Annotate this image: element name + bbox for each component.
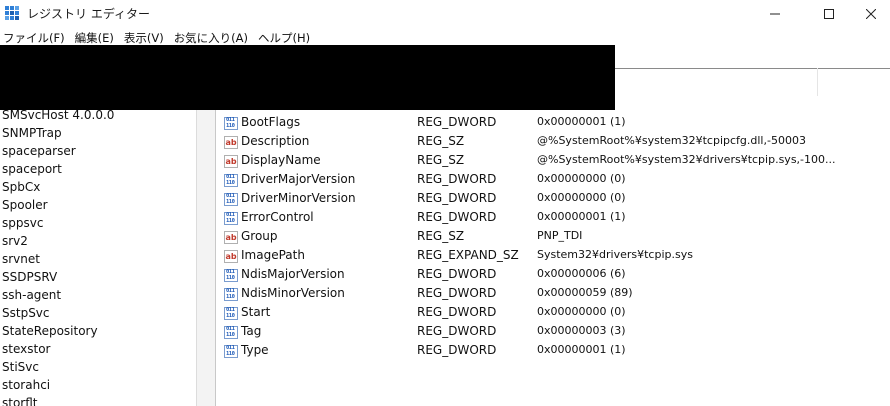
value-name: DriverMinorVersion bbox=[241, 191, 356, 205]
value-type: REG_DWORD bbox=[417, 267, 497, 281]
tree-item[interactable]: SstpSvc bbox=[2, 306, 50, 320]
tree-item[interactable]: storflt bbox=[2, 396, 38, 406]
value-row[interactable]: 011 110 DriverMajorVersion REG_DWORD 0x00000… bbox=[217, 171, 890, 190]
value-type: REG_SZ bbox=[417, 153, 465, 167]
value-data: 0x00000001 (1) bbox=[537, 343, 626, 356]
value-name: DriverMajorVersion bbox=[241, 172, 356, 186]
tree-item[interactable]: storahci bbox=[2, 378, 50, 392]
value-data: 0x00000000 (0) bbox=[537, 191, 626, 204]
binary-value-icon: 011 110 bbox=[224, 288, 238, 301]
value-data: System32¥drivers¥tcpip.sys bbox=[537, 248, 693, 261]
value-row[interactable]: 011 110 DriverMinorVersion REG_DWORD 0x00000… bbox=[217, 190, 890, 209]
value-type: REG_DWORD bbox=[417, 343, 497, 357]
tree-item[interactable]: SMSvcHost 4.0.0.0 bbox=[2, 108, 114, 122]
value-type: REG_DWORD bbox=[417, 191, 497, 205]
value-data: 0x00000003 (3) bbox=[537, 324, 626, 337]
tree-item[interactable]: stexstor bbox=[2, 342, 50, 356]
value-name: Start bbox=[241, 305, 271, 319]
tree-item[interactable]: srvnet bbox=[2, 252, 40, 266]
tree-item[interactable]: StiSvc bbox=[2, 360, 39, 374]
string-value-icon: ab bbox=[224, 231, 238, 244]
minimize-button[interactable] bbox=[752, 0, 798, 28]
value-data: 0x00000000 (0) bbox=[537, 172, 626, 185]
key-tree: SMSvcHost 4.0.0.0 SNMPTrap spaceparser s… bbox=[0, 108, 196, 406]
value-name: DisplayName bbox=[241, 153, 321, 167]
tree-item[interactable]: SSDPSRV bbox=[2, 270, 57, 284]
value-type: REG_SZ bbox=[417, 229, 465, 243]
value-data: 0x00000059 (89) bbox=[537, 286, 633, 299]
binary-value-icon: 011 110 bbox=[224, 193, 238, 206]
value-type: REG_DWORD bbox=[417, 324, 497, 338]
value-data: 0x00000006 (6) bbox=[537, 267, 626, 280]
tree-item[interactable]: sppsvc bbox=[2, 216, 43, 230]
string-value-icon: ab bbox=[224, 155, 238, 168]
value-type: REG_EXPAND_SZ bbox=[417, 248, 519, 262]
value-row[interactable]: ab DisplayName REG_SZ @%SystemRoot%¥system3… bbox=[217, 152, 890, 171]
close-button[interactable] bbox=[848, 0, 890, 28]
value-type: REG_DWORD bbox=[417, 305, 497, 319]
tree-item[interactable]: Spooler bbox=[2, 198, 48, 212]
tree-item[interactable]: srv2 bbox=[2, 234, 28, 248]
value-name: NdisMinorVersion bbox=[241, 286, 345, 300]
binary-value-icon: 011 110 bbox=[224, 326, 238, 339]
value-data: 0x00000000 (0) bbox=[537, 305, 626, 318]
binary-value-icon: 011 110 bbox=[224, 174, 238, 187]
value-type: REG_DWORD bbox=[417, 115, 497, 129]
value-type: REG_DWORD bbox=[417, 172, 497, 186]
tree-item[interactable]: ssh-agent bbox=[2, 288, 61, 302]
value-data: PNP_TDI bbox=[537, 229, 583, 242]
value-row[interactable]: ab Group REG_SZ PNP_TDI bbox=[217, 228, 890, 247]
value-row[interactable]: 011 110 BootFlags REG_DWORD 0x00000001 (1) bbox=[217, 114, 890, 133]
tree-item[interactable]: SpbCx bbox=[2, 180, 40, 194]
string-value-icon: ab bbox=[224, 136, 238, 149]
binary-value-icon: 011 110 bbox=[224, 345, 238, 358]
value-name: ImagePath bbox=[241, 248, 305, 262]
value-row[interactable]: ab Description REG_SZ @%SystemRoot%¥system3… bbox=[217, 133, 890, 152]
value-row[interactable]: 011 110 Type REG_DWORD 0x00000001 (1) bbox=[217, 342, 890, 361]
value-row[interactable]: ab ImagePath REG_EXPAND_SZ System32¥drivers… bbox=[217, 247, 890, 266]
registry-editor-icon bbox=[5, 6, 19, 20]
value-data: @%SystemRoot%¥system32¥drivers¥tcpip.sys… bbox=[537, 153, 836, 166]
value-row[interactable]: 011 110 NdisMajorVersion REG_DWORD 0x0000000… bbox=[217, 266, 890, 285]
tree-item[interactable]: StateRepository bbox=[2, 324, 98, 338]
value-type: REG_DWORD bbox=[417, 210, 497, 224]
value-name: Tag bbox=[241, 324, 262, 338]
binary-value-icon: 011 110 bbox=[224, 307, 238, 320]
redaction-block bbox=[0, 45, 615, 110]
binary-value-icon: 011 110 bbox=[224, 269, 238, 282]
tree-item[interactable]: SNMPTrap bbox=[2, 126, 62, 140]
string-value-icon: ab bbox=[224, 250, 238, 263]
value-row[interactable]: 011 110 Tag REG_DWORD 0x00000003 (3) bbox=[217, 323, 890, 342]
value-name: NdisMajorVersion bbox=[241, 267, 345, 281]
binary-value-icon: 011 110 bbox=[224, 117, 238, 130]
value-type: REG_DWORD bbox=[417, 286, 497, 300]
minimize-icon bbox=[770, 13, 780, 15]
maximize-icon bbox=[824, 9, 834, 19]
maximize-button[interactable] bbox=[806, 0, 852, 28]
value-data: 0x00000001 (1) bbox=[537, 210, 626, 223]
value-name: Group bbox=[241, 229, 278, 243]
value-name: Description bbox=[241, 134, 310, 148]
tree-item[interactable]: spaceport bbox=[2, 162, 62, 176]
window-title: レジストリ エディター bbox=[27, 7, 150, 21]
value-row[interactable]: 011 110 NdisMinorVersion REG_DWORD 0x0000005… bbox=[217, 285, 890, 304]
value-name: Type bbox=[241, 343, 269, 357]
value-data: @%SystemRoot%¥system32¥tcpipcfg.dll,-500… bbox=[537, 134, 806, 147]
value-row[interactable]: 011 110 Start REG_DWORD 0x00000000 (0) bbox=[217, 304, 890, 323]
value-name: ErrorControl bbox=[241, 210, 314, 224]
value-name: BootFlags bbox=[241, 115, 301, 129]
binary-value-icon: 011 110 bbox=[224, 212, 238, 225]
tree-item[interactable]: spaceparser bbox=[2, 144, 76, 158]
value-type: REG_SZ bbox=[417, 134, 465, 148]
title-bar: レジストリ エディター bbox=[0, 0, 890, 28]
value-data: 0x00000001 (1) bbox=[537, 115, 626, 128]
value-row[interactable]: 011 110 ErrorControl REG_DWORD 0x00000001 (1… bbox=[217, 209, 890, 228]
close-icon bbox=[866, 9, 876, 19]
